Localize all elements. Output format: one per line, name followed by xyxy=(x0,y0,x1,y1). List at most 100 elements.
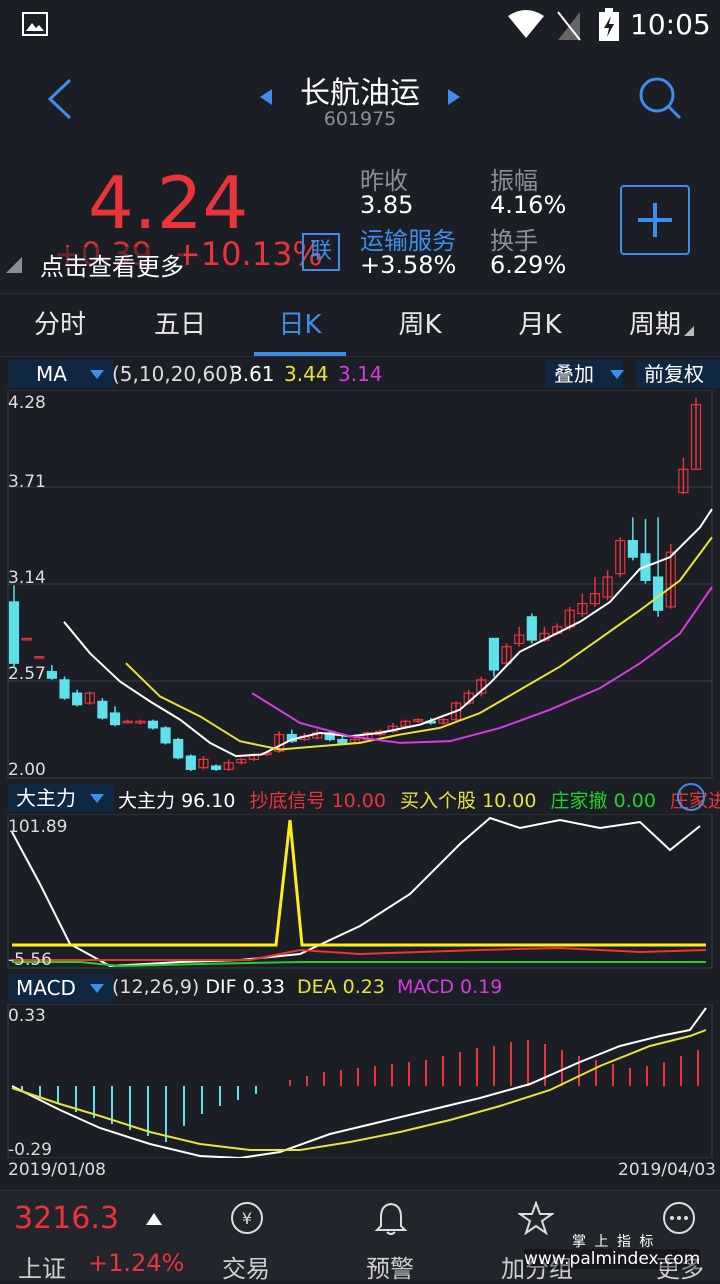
index-pct: +1.24% xyxy=(88,1249,185,1277)
stat-value: +3.58% xyxy=(360,251,457,279)
dif-value: 0.33 xyxy=(242,976,285,998)
ma-params: (5,10,20,60) xyxy=(112,362,236,386)
stat-value: 6.29% xyxy=(490,251,567,279)
more-icon xyxy=(663,1202,695,1234)
search-icon[interactable] xyxy=(638,76,682,120)
tab-daily-k[interactable]: 日K xyxy=(240,294,360,356)
quote-panel: 4.24 +0.39 +10.13% 联 点击查看更多 昨收 3.85 振幅 4… xyxy=(0,147,720,292)
trade-icon: ¥ xyxy=(231,1202,263,1234)
svg-text:¥: ¥ xyxy=(242,1209,252,1228)
dzl-tick: 101.89 xyxy=(8,817,68,837)
bell-icon xyxy=(374,1202,408,1235)
candle-body xyxy=(46,670,57,679)
add-watchlist-button[interactable] xyxy=(620,185,690,255)
star-icon xyxy=(518,1201,554,1235)
ma10-line xyxy=(125,536,713,751)
bottom-bar: 3216.3 上证 +1.24% ¥ 交易 预警 加分组 更多 掌 上 指 标 … xyxy=(0,1190,720,1283)
dzl-indicator-select[interactable]: 大主力 xyxy=(8,784,114,812)
macd-chart[interactable] xyxy=(0,1004,720,1158)
candlestick-chart[interactable] xyxy=(0,390,720,780)
candle-body xyxy=(627,539,638,558)
ma5-value: 3.61 xyxy=(230,362,275,386)
plus-icon xyxy=(638,203,672,237)
tab-period[interactable]: 周期 xyxy=(600,294,710,356)
candle-body xyxy=(72,692,83,706)
period-dropdown-icon xyxy=(684,326,694,336)
prev-stock-icon[interactable] xyxy=(258,88,274,106)
adjust-button[interactable]: 前复权 xyxy=(636,360,720,388)
back-icon[interactable] xyxy=(44,78,74,120)
chevron-down-icon xyxy=(90,370,104,379)
dealer-enter-line xyxy=(12,946,707,961)
image-icon xyxy=(22,12,48,36)
lian-button[interactable]: 联 xyxy=(302,233,340,271)
overlay-select[interactable]: 叠加 xyxy=(546,360,624,388)
tab-monthly-k[interactable]: 月K xyxy=(480,294,600,356)
corner-triangle-icon xyxy=(6,257,22,273)
buy-stock-label: 买入个股 xyxy=(400,790,477,812)
status-time: 10:05 xyxy=(630,8,711,41)
nav-bar: 长航油运 601975 xyxy=(0,52,720,145)
dea-label: DEA xyxy=(296,976,337,998)
ma20-line xyxy=(251,586,713,744)
macd-indicator-select[interactable]: MACD xyxy=(8,974,114,1002)
dzl-chart[interactable] xyxy=(0,814,720,970)
candle-body xyxy=(8,601,20,664)
price-tick: 2.57 xyxy=(8,664,46,684)
trade-label: 交易 xyxy=(222,1255,270,1283)
dif-label: DIF xyxy=(205,976,237,998)
index-name: 上证 xyxy=(18,1255,66,1283)
macd-tick: -0.29 xyxy=(8,1140,52,1160)
ma5-line xyxy=(63,508,713,758)
candle-body xyxy=(185,755,196,770)
wifi-icon xyxy=(508,10,544,38)
chevron-down-icon xyxy=(610,370,624,379)
alert-button[interactable]: 预警 xyxy=(350,1191,430,1283)
ma20-value: 3.14 xyxy=(338,362,383,386)
next-stock-icon[interactable] xyxy=(446,88,462,106)
dealer-exit-value: 0.00 xyxy=(613,790,656,812)
battery-charging-icon xyxy=(599,8,619,41)
tab-fenshi[interactable]: 分时 xyxy=(0,294,120,356)
candle-body xyxy=(210,765,222,770)
tab-wuri[interactable]: 五日 xyxy=(120,294,240,356)
price-tick: 3.71 xyxy=(8,472,46,492)
candle-body xyxy=(21,637,32,641)
candle-body xyxy=(160,727,171,744)
stock-name: 长航油运 xyxy=(300,76,420,111)
macd-params: (12,26,9) xyxy=(112,976,200,998)
watermark-url: www.palmindex.com xyxy=(524,1249,701,1269)
tab-weekly-k[interactable]: 周K xyxy=(360,294,480,356)
chart-frame xyxy=(7,1004,713,1158)
macd-indicator-label: MACD xyxy=(16,976,76,1000)
price-tick: 2.00 xyxy=(8,760,46,780)
macd-tick: 0.33 xyxy=(8,1006,46,1026)
info-circle-icon[interactable] xyxy=(676,782,706,812)
candle-body xyxy=(59,679,70,699)
dzl-name-value: 96.10 xyxy=(181,790,236,812)
candle-body xyxy=(526,616,537,641)
price-change-pct: +10.13% xyxy=(174,235,323,273)
stat-value: 4.16% xyxy=(490,191,567,219)
buy-stock-value: 10.00 xyxy=(482,790,537,812)
price-tick: 3.14 xyxy=(8,568,46,588)
ma-indicator-select[interactable]: MA xyxy=(8,360,114,388)
index-value[interactable]: 3216.3 xyxy=(14,1201,119,1236)
macd-values: (12,26,9) DIF 0.33 DEA 0.23 MACD 0.19 xyxy=(112,976,502,998)
alert-label: 预警 xyxy=(366,1255,414,1283)
end-date: 2019/04/03 xyxy=(618,1160,716,1180)
candle-body xyxy=(109,712,121,726)
dea-value: 0.23 xyxy=(342,976,385,998)
trade-button[interactable]: ¥ 交易 xyxy=(206,1191,286,1283)
view-more-hint[interactable]: 点击查看更多 xyxy=(40,247,184,282)
dzl-values: 大主力 96.10 抄底信号 10.00 买入个股 10.00 庄家撤 0.00… xyxy=(118,786,720,813)
start-date: 2019/01/08 xyxy=(8,1160,106,1180)
macd-value: 0.19 xyxy=(460,976,503,998)
chevron-down-icon xyxy=(90,794,104,803)
candle-body xyxy=(147,720,159,729)
chevron-down-icon xyxy=(90,984,104,993)
dzl-tick: -5.56 xyxy=(8,950,52,970)
stock-code: 601975 xyxy=(323,108,397,130)
candle-body xyxy=(488,637,500,671)
dealer-exit-line xyxy=(12,961,706,968)
